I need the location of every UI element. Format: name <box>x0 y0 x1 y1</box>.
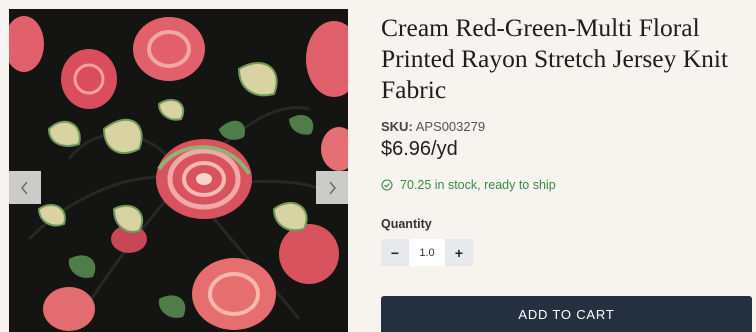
chevron-left-icon <box>21 181 28 194</box>
sku-label: SKU: <box>381 119 413 134</box>
product-sku: SKU: APS003279 <box>381 119 485 134</box>
product-title: Cream Red-Green-Multi Floral Printed Ray… <box>381 13 729 104</box>
chevron-right-icon <box>329 181 336 194</box>
quantity-increment-button[interactable]: + <box>445 239 473 266</box>
fabric-product-image <box>9 9 348 332</box>
product-price: $6.96/yd <box>381 138 458 160</box>
quantity-decrement-button[interactable]: − <box>381 239 409 266</box>
gallery-next-button[interactable] <box>316 171 348 204</box>
quantity-input[interactable]: 1.0 <box>409 239 445 266</box>
gallery-prev-button[interactable] <box>9 171 41 204</box>
product-image-gallery <box>9 9 348 332</box>
quantity-stepper: − 1.0 + <box>381 239 473 266</box>
stock-status: 70.25 in stock, ready to ship <box>381 178 556 192</box>
sku-value: APS003279 <box>415 119 486 134</box>
quantity-label: Quantity <box>381 217 432 231</box>
stock-text: 70.25 in stock, ready to ship <box>400 178 556 192</box>
add-to-cart-button[interactable]: ADD TO CART <box>381 296 752 332</box>
check-circle-icon <box>381 179 393 191</box>
